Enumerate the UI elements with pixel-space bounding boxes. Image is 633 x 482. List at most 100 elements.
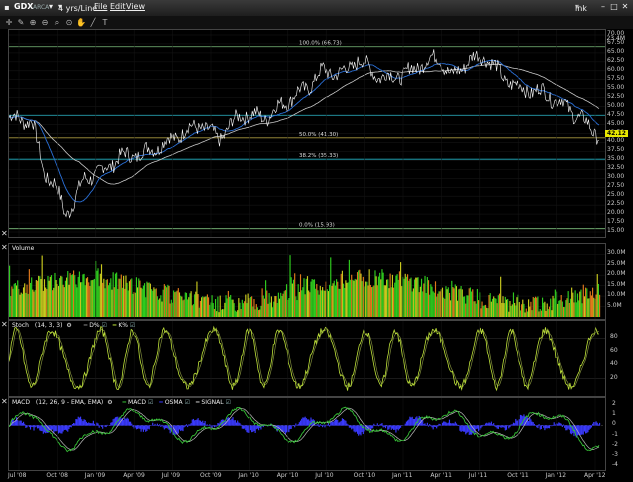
osma-check-icon[interactable]: ☑ <box>185 399 190 406</box>
window-icon[interactable]: ▪ <box>2 3 12 13</box>
osma-bar <box>398 425 401 429</box>
macd-check-icon[interactable]: ☑ <box>148 399 153 406</box>
osma-bar <box>82 421 84 426</box>
osma-bar <box>356 425 359 434</box>
volume-bar <box>231 299 233 317</box>
stoch-d-check-icon[interactable]: ☑ <box>101 322 106 329</box>
osma-bar <box>410 417 412 426</box>
zoom-out-icon[interactable]: ⊖ <box>40 18 50 28</box>
volume-bar <box>446 289 448 317</box>
macd-settings-icon[interactable]: ⚙ <box>107 399 112 406</box>
osma-bar <box>488 422 490 426</box>
osma-bar <box>301 418 303 426</box>
osma-bar <box>238 422 240 426</box>
draw-line-icon[interactable]: ╱ <box>88 18 98 28</box>
pencil-icon[interactable]: ✎ <box>16 18 26 28</box>
stoch-panel[interactable] <box>8 320 606 397</box>
volume-bar <box>345 280 347 317</box>
menu-view[interactable]: View <box>126 2 145 11</box>
volume-bar <box>252 306 254 317</box>
volume-bar <box>565 300 567 317</box>
volume-bar <box>373 285 375 317</box>
volume-bar <box>89 286 91 317</box>
volume-bar <box>354 278 356 317</box>
volume-bar <box>190 291 192 317</box>
volume-bar <box>452 287 454 317</box>
osma-bar <box>181 425 183 431</box>
time-tick-label: Jan '10 <box>238 472 259 479</box>
volume-bar <box>149 283 151 317</box>
volume-bar <box>573 302 575 317</box>
volume-bar <box>366 281 368 317</box>
volume-bar <box>235 311 238 317</box>
osma-bar <box>446 423 448 426</box>
stoch-k-check-icon[interactable]: ☑ <box>130 322 135 329</box>
volume-bar <box>119 278 121 317</box>
volume-bar <box>182 300 184 317</box>
crosshair-icon[interactable]: ✛ <box>4 18 14 28</box>
price-panel-close-icon[interactable]: ✕ <box>1 229 8 238</box>
volume-bar <box>226 298 228 317</box>
osma-bar <box>316 424 318 426</box>
volume-bar <box>263 298 266 317</box>
osma-bar <box>546 425 548 429</box>
volume-bar <box>33 291 35 317</box>
volume-bar <box>132 293 134 317</box>
macd-panel[interactable] <box>8 397 606 471</box>
price-panel[interactable]: 100.0% (66.73) 50.0% (41.30) 38.2% (35.33)… <box>8 29 606 238</box>
volume-bar <box>473 301 475 317</box>
osma-bar <box>538 424 540 426</box>
volume-chart[interactable] <box>9 244 605 319</box>
close-icon[interactable]: ✕ <box>620 2 630 12</box>
signal-check-icon[interactable]: ☑ <box>226 399 231 406</box>
volume-bar <box>339 288 341 317</box>
osma-bar <box>137 425 139 429</box>
osma-bar <box>439 424 441 426</box>
volume-close-icon[interactable]: ✕ <box>1 243 8 252</box>
text-tool-icon[interactable]: T <box>100 18 110 28</box>
zoom-in-icon[interactable]: ⊕ <box>28 18 38 28</box>
volume-panel[interactable] <box>8 243 606 320</box>
volume-bar <box>152 290 154 317</box>
volume-bar <box>140 287 142 317</box>
time-tick-label: Oct '11 <box>507 472 529 479</box>
volume-bar <box>155 288 157 317</box>
volume-bar <box>146 281 148 317</box>
osma-bar <box>441 422 444 426</box>
macd-close-icon[interactable]: ✕ <box>1 397 8 406</box>
menu-file[interactable]: File <box>94 2 107 11</box>
maximize-icon[interactable]: □ <box>609 2 619 12</box>
osma-bar <box>529 417 531 426</box>
price-tick-label: 45.00 <box>607 119 625 127</box>
osma-bar <box>512 422 515 426</box>
volume-bar <box>365 281 367 317</box>
osma-bar <box>329 425 331 427</box>
link-dropdown[interactable]: lnk ▾ <box>575 2 587 13</box>
volume-bar <box>20 292 22 317</box>
volume-bar <box>569 298 572 317</box>
osma-bar <box>17 419 19 426</box>
price-chart[interactable]: 100.0% (66.73) 50.0% (41.30) 38.2% (35.33)… <box>8 30 605 237</box>
timeframe-dropdown[interactable]: 4 yrs/Line ▾ <box>58 2 97 13</box>
osma-bar <box>465 425 467 435</box>
osma-bar <box>564 425 566 428</box>
stoch-close-icon[interactable]: ✕ <box>1 320 8 329</box>
stoch-settings-icon[interactable]: ⚙ <box>66 322 71 329</box>
stoch-chart[interactable] <box>8 321 605 396</box>
volume-bar <box>586 288 588 317</box>
minimize-icon[interactable]: – <box>598 2 608 12</box>
symbol-label[interactable]: GDX <box>14 2 33 11</box>
magnifier-icon[interactable]: ⌕ <box>52 18 62 28</box>
volume-bar <box>278 298 281 317</box>
zoom-fit-icon[interactable]: ⊙ <box>64 18 74 28</box>
volume-bar <box>432 291 434 317</box>
symbol-dropdown-icon[interactable]: ▾ <box>49 2 53 11</box>
menu-edit[interactable]: Edit <box>110 2 126 11</box>
macd-chart[interactable] <box>8 398 605 470</box>
volume-bar <box>295 296 297 317</box>
osma-bar <box>54 425 56 432</box>
fib-label: 50.0% (41.30) <box>299 132 338 138</box>
volume-bar <box>70 275 72 317</box>
pan-hand-icon[interactable]: ✋ <box>76 18 86 28</box>
osma-bar <box>68 425 70 429</box>
